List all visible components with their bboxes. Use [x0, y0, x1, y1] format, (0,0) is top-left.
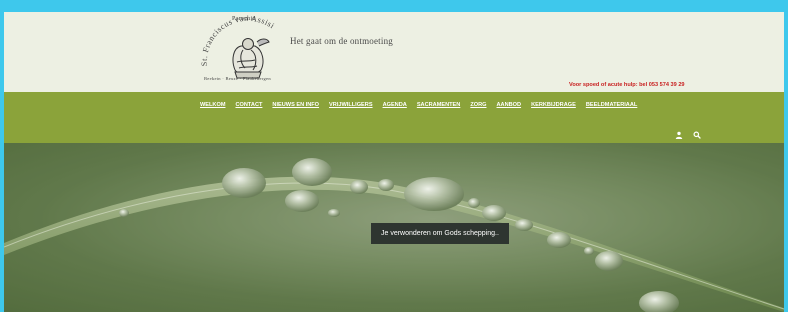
nav-item-sacramenten[interactable]: SACRAMENTEN	[417, 102, 461, 108]
parish-label: Parochie	[232, 16, 256, 22]
nav-item-beeldmateriaal[interactable]: BEELDMATERIAAL	[586, 102, 637, 108]
hero-caption: Je verwonderen om Gods schepping..	[371, 223, 509, 244]
emergency-helpline[interactable]: Voor spoed of acute hulp: bel 053 574 39…	[569, 82, 685, 88]
parish-locations: Beekein · Beuze · Flaukebergen	[204, 76, 271, 81]
saint-figure-icon	[232, 38, 270, 79]
search-icon[interactable]	[693, 126, 701, 139]
site-tagline: Het gaat om de ontmoeting	[290, 36, 393, 46]
nav-icons	[675, 126, 701, 139]
nav-item-vrijwilligers[interactable]: VRIJWILLIGERS	[329, 102, 373, 108]
hero-banner: Je verwonderen om Gods schepping..	[4, 143, 784, 312]
nav-item-kerkbijdrage[interactable]: KERKBIJDRAGE	[531, 102, 576, 108]
browser-page: St. Franciscus van Assisi Parochie Het g…	[4, 12, 784, 312]
nav-item-agenda[interactable]: AGENDA	[383, 102, 407, 108]
user-icon[interactable]	[675, 126, 683, 139]
nav-item-welkom[interactable]: WELKOM	[200, 102, 225, 108]
nav-menu: WELKOM CONTACT NIEUWS EN INFO VRIJWILLIG…	[200, 102, 637, 108]
nav-item-aanbod[interactable]: AANBOD	[497, 102, 522, 108]
main-navigation: WELKOM CONTACT NIEUWS EN INFO VRIJWILLIG…	[4, 92, 784, 143]
nav-item-nieuws-en-info[interactable]: NIEUWS EN INFO	[272, 102, 319, 108]
nav-item-zorg[interactable]: ZORG	[470, 102, 486, 108]
nav-item-contact[interactable]: CONTACT	[235, 102, 262, 108]
site-header: St. Franciscus van Assisi Parochie Het g…	[4, 12, 784, 92]
